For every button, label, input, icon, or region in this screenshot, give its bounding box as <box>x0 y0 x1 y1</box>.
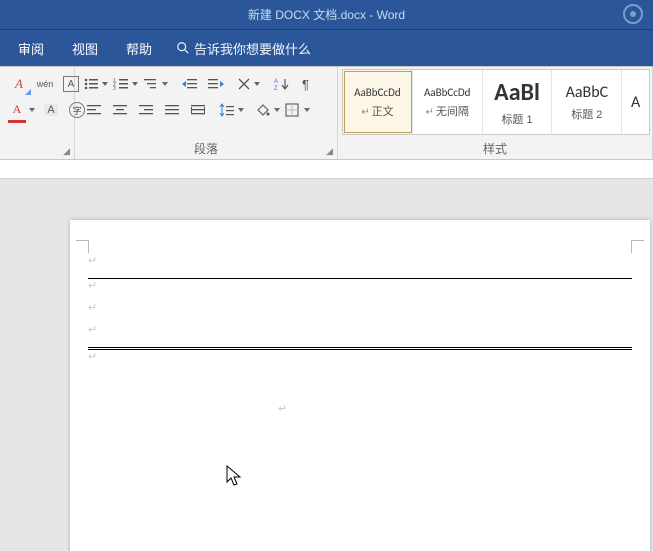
group-paragraph-label: 段落 ◢ <box>75 138 337 159</box>
align-left-button[interactable] <box>82 98 106 122</box>
tab-view[interactable]: 视图 <box>58 30 112 66</box>
style-no-spacing[interactable]: AaBbCcDd ↵无间隔 <box>413 70 483 134</box>
borders-button[interactable] <box>284 98 312 122</box>
sort-icon: AZ <box>274 77 290 91</box>
align-distribute-button[interactable] <box>186 98 210 122</box>
svg-text:Z: Z <box>274 86 278 91</box>
chevron-down-icon[interactable] <box>237 99 245 121</box>
svg-text:A: A <box>274 79 278 85</box>
ribbon: A ◢ wén A A A <box>0 67 653 160</box>
tab-help[interactable]: 帮助 <box>112 30 166 66</box>
chevron-down-icon[interactable] <box>253 73 261 95</box>
sort-button[interactable]: AZ <box>270 72 294 96</box>
pilcrow-icon: ¶ <box>301 77 315 91</box>
font-color-button[interactable]: A <box>7 98 37 122</box>
decrease-indent-button[interactable] <box>178 72 202 96</box>
margin-corner-icon <box>631 240 644 253</box>
align-justify-button[interactable] <box>160 98 184 122</box>
style-more[interactable]: A <box>622 70 649 134</box>
ribbon-tab-bar: 审阅 视图 帮助 告诉我你想要做什么 <box>0 30 653 67</box>
align-center-button[interactable] <box>108 98 132 122</box>
shading-button[interactable] <box>254 98 282 122</box>
horizontal-ruler[interactable] <box>0 160 653 179</box>
numbering-button[interactable]: 123 <box>112 72 140 96</box>
indent-icon <box>208 77 224 91</box>
tell-me-search[interactable]: 告诉我你想要做什么 <box>176 39 311 58</box>
svg-text:3: 3 <box>113 86 116 91</box>
paragraph-dialog-launcher[interactable]: ◢ <box>326 146 333 157</box>
asian-layout-button[interactable] <box>236 72 262 96</box>
document-area: ↵ ↵ ↵ ↵ ↵ ↵ <box>0 160 653 551</box>
align-justify-icon <box>164 103 180 117</box>
increase-indent-button[interactable] <box>204 72 228 96</box>
align-distribute-icon <box>190 103 206 117</box>
bullets-button[interactable] <box>82 72 110 96</box>
paint-bucket-icon <box>255 103 271 117</box>
bullets-icon <box>83 77 99 91</box>
paragraph-mark: ↵ <box>88 323 97 336</box>
font-color-swatch-icon <box>8 120 26 123</box>
paragraph-mark: ↵ <box>278 402 287 415</box>
clear-formatting-button[interactable]: A ◢ <box>7 72 31 96</box>
svg-text:¶: ¶ <box>302 77 309 91</box>
multilevel-icon <box>143 77 159 91</box>
margin-corner-icon <box>76 240 89 253</box>
chevron-down-icon[interactable] <box>273 99 281 121</box>
group-styles-label: 样式 <box>338 138 652 159</box>
phonetic-guide-button[interactable]: wén <box>33 72 57 96</box>
page-content[interactable]: ↵ ↵ ↵ ↵ ↵ ↵ <box>88 254 632 424</box>
tell-me-placeholder: 告诉我你想要做什么 <box>194 39 311 58</box>
recording-indicator-icon <box>621 2 645 26</box>
window-title: 新建 DOCX 文档.docx - Word <box>248 6 405 23</box>
align-right-button[interactable] <box>134 98 158 122</box>
group-font-label: ◢ <box>0 155 74 159</box>
style-heading1[interactable]: AaBl 标题 1 <box>483 70 553 134</box>
chevron-down-icon[interactable] <box>28 99 36 121</box>
group-paragraph: 123 <box>75 67 338 159</box>
borders-icon <box>285 103 301 117</box>
title-bar: 新建 DOCX 文档.docx - Word <box>0 0 653 30</box>
group-styles: AaBbCcDd ↵正文 AaBbCcDd ↵无间隔 AaBl 标题 1 AaB… <box>338 67 653 159</box>
chevron-down-icon[interactable] <box>101 73 109 95</box>
multilevel-list-button[interactable] <box>142 72 170 96</box>
search-icon <box>176 41 190 55</box>
style-normal[interactable]: AaBbCcDd ↵正文 <box>343 70 413 134</box>
paragraph-mark: ↵ <box>88 254 97 267</box>
character-shading-button[interactable]: A <box>39 98 63 122</box>
styles-gallery[interactable]: AaBbCcDd ↵正文 AaBbCcDd ↵无间隔 AaBl 标题 1 AaB… <box>342 69 650 135</box>
style-heading2[interactable]: AaBbC 标题 2 <box>552 70 622 134</box>
paragraph-mark: ↵ <box>88 301 97 314</box>
asian-layout-icon <box>237 77 251 91</box>
paragraph-mark: ↵ <box>88 350 97 363</box>
chevron-down-icon[interactable] <box>161 73 169 95</box>
line-spacing-icon <box>219 103 235 117</box>
chevron-down-icon[interactable] <box>131 73 139 95</box>
show-hide-marks-button[interactable]: ¶ <box>296 72 320 96</box>
chevron-down-icon[interactable] <box>303 99 311 121</box>
align-left-icon <box>86 103 102 117</box>
align-center-icon <box>112 103 128 117</box>
numbering-icon: 123 <box>113 77 129 91</box>
group-font: A ◢ wén A A A <box>0 67 75 159</box>
align-right-icon <box>138 103 154 117</box>
paragraph-mark: ↵ <box>88 279 97 292</box>
line-spacing-button[interactable] <box>218 98 246 122</box>
tab-review[interactable]: 审阅 <box>4 30 58 66</box>
font-dialog-launcher[interactable]: ◢ <box>63 146 70 157</box>
page[interactable]: ↵ ↵ ↵ ↵ ↵ ↵ <box>70 220 650 551</box>
outdent-icon <box>182 77 198 91</box>
